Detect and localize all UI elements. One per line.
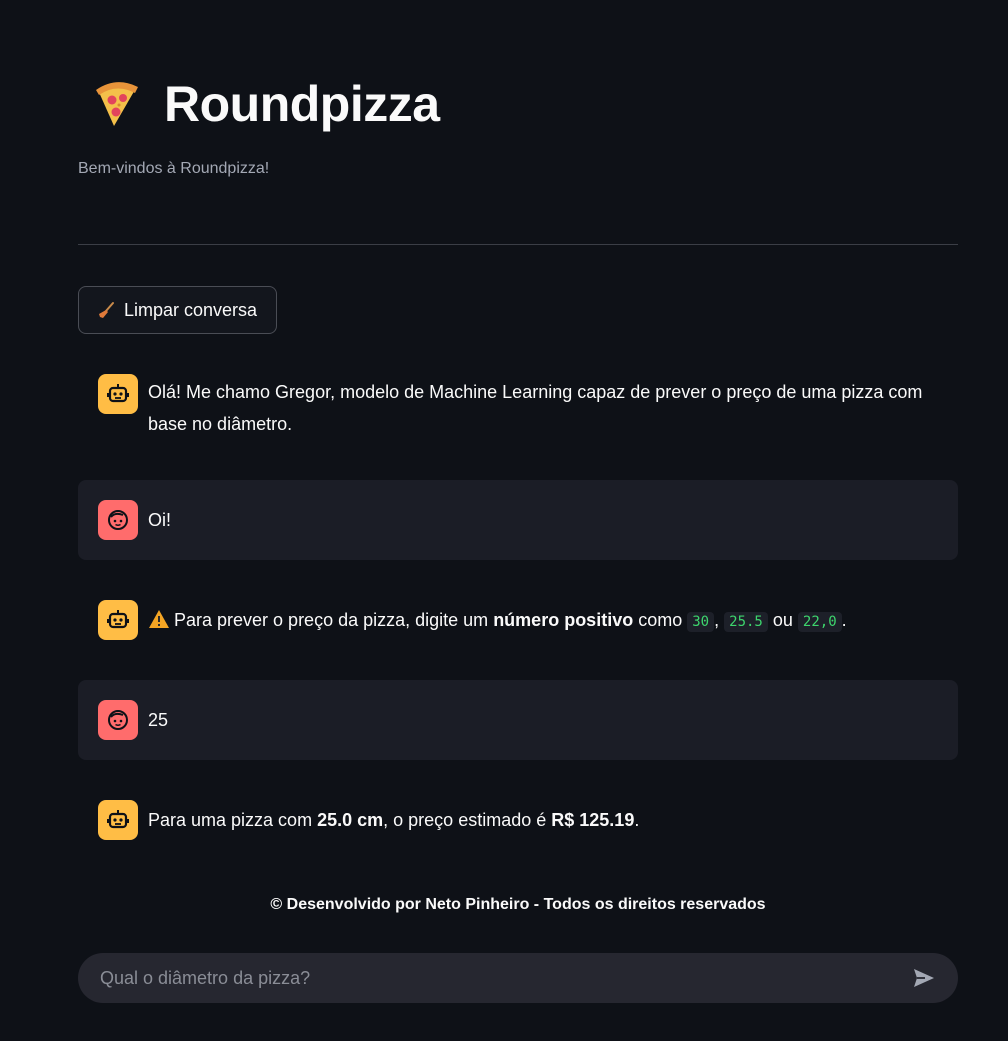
robot-icon xyxy=(107,384,129,403)
message-text: Para prever o preço da pizza, digite um … xyxy=(148,600,847,638)
divider xyxy=(78,244,958,245)
broom-icon xyxy=(98,302,114,318)
message-text: 25 xyxy=(148,710,169,730)
chat-message-assistant: Para uma pizza com 25.0 cm, o preço esti… xyxy=(78,800,958,840)
message-text: Oi! xyxy=(148,510,172,530)
send-icon xyxy=(914,969,934,987)
chat-input-bar xyxy=(78,953,958,1003)
send-button[interactable] xyxy=(910,964,938,992)
bot-avatar xyxy=(98,800,138,840)
message-end: . xyxy=(841,610,847,630)
message-text: Olá! Me chamo Gregor, modelo de Machine … xyxy=(148,382,923,434)
robot-icon xyxy=(107,610,129,629)
warning-icon xyxy=(149,610,169,628)
clear-conversation-label: Limpar conversa xyxy=(123,299,258,320)
user-avatar xyxy=(98,700,138,740)
header: Roundpizza xyxy=(88,72,440,136)
message-prefix: Para prever o preço da pizza, digite um xyxy=(174,610,489,630)
face-icon xyxy=(108,710,128,730)
clear-conversation-button[interactable]: Limpar conversa xyxy=(78,286,277,334)
page-subtitle: Bem-vindos à Roundpizza! xyxy=(78,160,270,177)
chat-message-assistant: Olá! Me chamo Gregor, modelo de Machine … xyxy=(78,374,958,440)
estimated-price: R$ 125.19 xyxy=(551,810,635,830)
user-avatar xyxy=(98,500,138,540)
message-middle: como xyxy=(638,610,683,630)
message-or: ou xyxy=(772,610,793,630)
message-prefix: Para uma pizza com xyxy=(148,810,313,830)
chat-message-assistant: Para prever o preço da pizza, digite um … xyxy=(78,600,958,640)
pizza-size: 25.0 cm xyxy=(317,810,384,830)
pizza-slice-icon xyxy=(96,82,138,126)
page-title: Roundpizza xyxy=(164,76,440,132)
separator: , xyxy=(714,610,720,630)
bot-avatar xyxy=(98,374,138,414)
bot-avatar xyxy=(98,600,138,640)
message-end: . xyxy=(634,810,640,830)
example-code: 30 xyxy=(687,612,715,632)
robot-icon xyxy=(107,810,129,829)
example-code: 25.5 xyxy=(724,612,768,632)
message-middle: , o preço estimado é xyxy=(383,810,547,830)
example-code: 22,0 xyxy=(797,612,842,632)
face-icon xyxy=(108,510,128,530)
message-text: Para uma pizza com 25.0 cm, o preço esti… xyxy=(148,800,639,836)
chat-message-user: 25 xyxy=(78,680,958,760)
chat-input[interactable] xyxy=(98,966,910,990)
chat-message-user: Oi! xyxy=(78,480,958,560)
message-bold: número positivo xyxy=(493,610,634,630)
app-page: Roundpizza Bem-vindos à Roundpizza! Limp… xyxy=(0,0,1008,1041)
footer-credit: © Desenvolvido por Neto Pinheiro - Todos… xyxy=(270,896,766,913)
